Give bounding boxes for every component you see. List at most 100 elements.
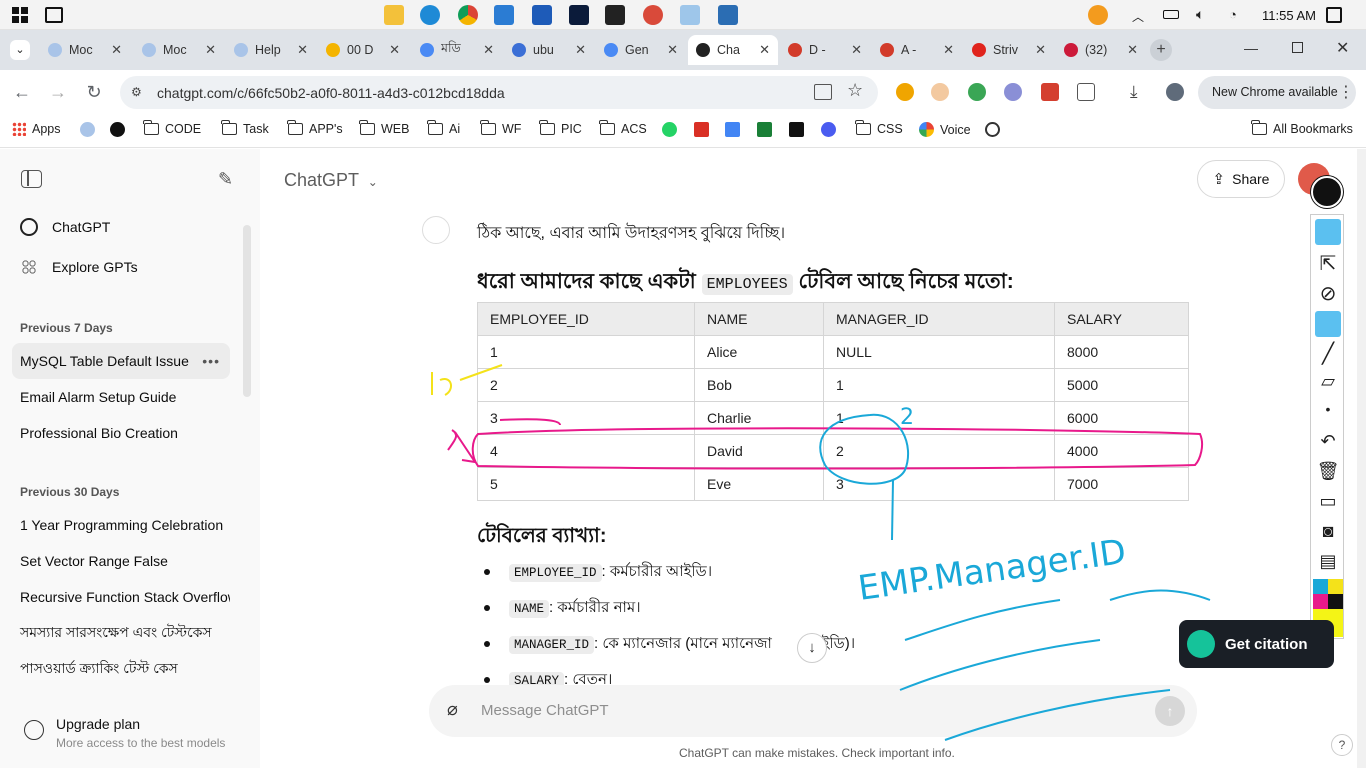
task-view-icon[interactable] (45, 7, 63, 23)
bookmark-apps[interactable]: Apps (12, 122, 61, 136)
no-draw-icon[interactable]: ⊘ (1315, 281, 1341, 307)
composer-placeholder[interactable]: Message ChatGPT (481, 702, 609, 719)
browser-tab[interactable]: Gen ✕ (596, 35, 686, 65)
bookmark-star-icon[interactable]: ☆ (847, 80, 863, 101)
snipping-icon[interactable] (718, 5, 738, 25)
profile-icon[interactable] (1166, 83, 1184, 101)
more-options-icon[interactable]: ••• (202, 353, 220, 369)
browser-tab[interactable]: (32) ✕ (1056, 35, 1146, 65)
bookmark-folder[interactable]: WEB (359, 120, 409, 136)
app-icon[interactable] (643, 5, 663, 25)
gmail-icon[interactable] (694, 122, 709, 137)
chrome-icon[interactable] (458, 5, 478, 25)
address-bar[interactable]: ⚙ chatgpt.com/c/66fc50b2-a0f0-8011-a4d3-… (120, 76, 878, 109)
browser-tab[interactable]: মডি ✕ (412, 35, 502, 65)
wifi-icon[interactable]: ◔ (1229, 7, 1237, 22)
tab-close-icon[interactable]: ✕ (483, 42, 494, 58)
chat-item[interactable]: পাসওয়ার্ড ক্র্যাকিং টেস্ট কেস (12, 651, 230, 687)
file-explorer-icon[interactable] (384, 5, 404, 25)
extension-icon[interactable] (931, 83, 949, 101)
new-chat-icon[interactable]: ✎ (218, 169, 233, 190)
extension-icon[interactable] (896, 83, 914, 101)
browser-tab[interactable]: A - ✕ (872, 35, 962, 65)
bookmark-folder[interactable]: Ai (427, 120, 460, 136)
volume-icon[interactable]: 🔈︎ (1196, 6, 1204, 23)
windows-start-icon[interactable] (12, 7, 28, 23)
browser-tab[interactable]: D - ✕ (780, 35, 870, 65)
ifi-bookmark-icon[interactable] (789, 122, 804, 137)
translate-icon[interactable] (814, 84, 832, 100)
tab-close-icon[interactable]: ✕ (1035, 42, 1046, 58)
page-scrollbar[interactable] (1357, 149, 1366, 768)
extension-icon[interactable] (1004, 83, 1022, 101)
tab-close-icon[interactable]: ✕ (111, 42, 122, 58)
tab-close-icon[interactable]: ✕ (205, 42, 216, 58)
message-composer[interactable]: ⌀ Message ChatGPT ↑ (429, 685, 1197, 737)
tab-close-icon[interactable]: ✕ (575, 42, 586, 58)
translate-bookmark-icon[interactable] (725, 122, 740, 137)
model-selector[interactable]: ChatGPT ⌄ (284, 170, 378, 191)
eraser-icon[interactable] (1315, 311, 1341, 337)
browser-tab[interactable]: Moc ✕ (134, 35, 224, 65)
whatsapp-icon[interactable] (662, 122, 677, 137)
chat-item[interactable]: Email Alarm Setup Guide (12, 379, 230, 415)
tab-search-icon[interactable]: ⌄ (10, 40, 30, 60)
chat-item[interactable]: Professional Bio Creation (12, 415, 230, 451)
word-icon[interactable] (532, 5, 552, 25)
extension-icon[interactable] (968, 83, 986, 101)
bookmark-folder[interactable]: WF (480, 120, 521, 136)
undo-icon[interactable]: ↶ (1315, 431, 1341, 457)
chat-item-mysql-table-default-issue[interactable]: MySQL Table Default Issue ••• (12, 343, 230, 379)
browser-tab[interactable]: ubu ✕ (504, 35, 594, 65)
tab-close-icon[interactable]: ✕ (389, 42, 400, 58)
browser-tab[interactable]: Moc ✕ (40, 35, 130, 65)
eye-icon[interactable] (1315, 219, 1341, 245)
whiteboard-icon[interactable]: ▭ (1315, 491, 1341, 517)
extensions-puzzle-icon[interactable] (1077, 83, 1095, 101)
sidebar-scrollbar[interactable] (243, 225, 251, 397)
pen-icon[interactable]: ╱ (1315, 341, 1341, 367)
all-bookmarks[interactable]: All Bookmarks (1251, 120, 1353, 136)
tab-close-icon[interactable]: ✕ (943, 42, 954, 58)
tab-close-icon[interactable]: ✕ (1127, 42, 1138, 58)
chat-item[interactable]: Set Vector Range False (12, 543, 230, 579)
cursor-arrow-icon[interactable]: ⇱ (1315, 251, 1341, 277)
url-text[interactable]: chatgpt.com/c/66fc50b2-a0f0-8011-a4d3-c0… (157, 85, 505, 101)
gmail-extension-icon[interactable] (1041, 83, 1059, 101)
hex-bookmark-icon[interactable] (821, 122, 836, 137)
tab-close-icon[interactable]: ✕ (667, 42, 678, 58)
clock[interactable]: 11:55 AM (1262, 8, 1316, 23)
browser-tab[interactable]: Striv ✕ (964, 35, 1054, 65)
site-info-icon[interactable]: ⚙ (131, 85, 142, 99)
forward-arrow-icon[interactable]: → (46, 80, 70, 104)
bookmark-voice[interactable]: Voice (919, 122, 971, 137)
upgrade-plan-button[interactable]: Upgrade plan More access to the best mod… (20, 713, 240, 753)
clipboard-icon[interactable]: ▤ (1315, 551, 1341, 577)
download-icon[interactable]: ⤓ (1130, 82, 1138, 102)
reload-icon[interactable]: ↻ (82, 80, 106, 104)
sidebar-item-chatgpt[interactable]: ChatGPT (12, 209, 230, 245)
bookmark-folder-css[interactable]: CSS (855, 120, 903, 136)
send-button[interactable]: ↑ (1155, 696, 1185, 726)
close-window-button[interactable]: ✕ (1336, 38, 1349, 58)
minimize-button[interactable]: — (1244, 40, 1258, 56)
notepad-icon[interactable] (680, 5, 700, 25)
globe-icon[interactable] (985, 122, 1000, 137)
dot-size-icon[interactable]: • (1315, 401, 1341, 427)
bookmark-folder[interactable]: ACS (599, 120, 647, 136)
chevron-up-icon[interactable]: ︿ (1132, 8, 1144, 25)
browser-tab[interactable]: Cha ✕ (688, 35, 778, 65)
notification-icon[interactable] (1326, 7, 1342, 23)
pen-tool-logo-icon[interactable] (1311, 176, 1343, 208)
photoshop-icon[interactable] (569, 5, 589, 25)
bookmark-folder[interactable]: APP's (287, 120, 343, 136)
bookmark-folder[interactable]: Task (221, 120, 269, 136)
scroll-down-button[interactable]: ↓ (797, 633, 827, 663)
tab-close-icon[interactable]: ✕ (759, 42, 770, 58)
sidebar-item-explore-gpts[interactable]: Explore GPTs (12, 249, 230, 285)
browser-tab[interactable]: 00 D ✕ (318, 35, 408, 65)
weather-icon[interactable] (1088, 5, 1108, 25)
tab-close-icon[interactable]: ✕ (297, 42, 308, 58)
restore-button[interactable] (1292, 42, 1303, 53)
trash-icon[interactable]: 🗑︎ (1315, 461, 1341, 487)
